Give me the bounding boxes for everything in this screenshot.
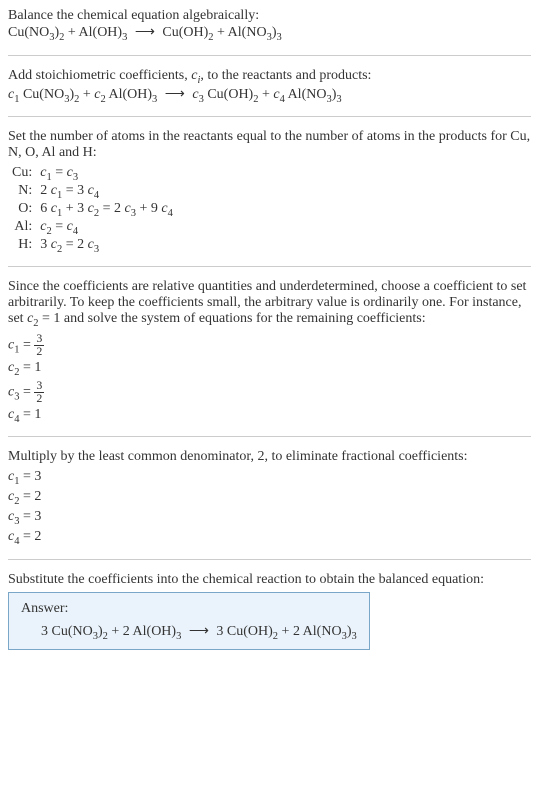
divider [8,559,531,560]
intro-line1: Balance the chemical equation algebraica… [8,8,531,24]
coef-list-frac: c1 = 32 c2 = 1 c3 = 32 c4 = 1 [8,333,531,424]
stoich-section: Add stoichiometric coefficients, ci, to … [8,68,531,105]
stoich-intro: Add stoichiometric coefficients, ci, to … [8,68,531,86]
final-text: Substitute the coefficients into the che… [8,572,531,588]
table-row: N: 2 c1 = 3 c4 [8,183,177,201]
atoms-table: Cu: c1 = c3 N: 2 c1 = 3 c4 O: 6 c1 + 3 c… [8,165,177,254]
arrow-icon: ⟶ [135,25,155,40]
table-row: H: 3 c2 = 2 c3 [8,237,177,255]
divider [8,436,531,437]
table-row: Cu: c1 = c3 [8,165,177,183]
coef-list-int: c1 = 3 c2 = 2 c3 = 3 c4 = 2 [8,469,531,546]
table-row: Al: c2 = c4 [8,219,177,237]
fraction: 32 [34,333,44,358]
divider [8,55,531,56]
divider [8,266,531,267]
atoms-intro: Set the number of atoms in the reactants… [8,129,531,161]
lcd-section: Multiply by the least common denominator… [8,449,531,546]
arrow-icon: ⟶ [189,624,209,639]
arrow-icon: ⟶ [165,87,185,102]
answer-box: Answer: 3 Cu(NO3)2 + 2 Al(OH)3 ⟶ 3 Cu(OH… [8,592,370,651]
lcd-text: Multiply by the least common denominator… [8,449,531,465]
table-row: O: 6 c1 + 3 c2 = 2 c3 + 9 c4 [8,201,177,219]
intro-equation: Cu(NO3)2 + Al(OH)3 ⟶ Cu(OH)2 + Al(NO3)3 [8,24,531,43]
fraction: 32 [34,380,44,405]
atoms-section: Set the number of atoms in the reactants… [8,129,531,254]
stoich-equation: c1 Cu(NO3)2 + c2 Al(OH)3 ⟶ c3 Cu(OH)2 + … [8,86,531,105]
balanced-equation: 3 Cu(NO3)2 + 2 Al(OH)3 ⟶ 3 Cu(OH)2 + 2 A… [41,623,357,642]
underdet-text: Since the coefficients are relative quan… [8,279,531,329]
underdetermined-section: Since the coefficients are relative quan… [8,279,531,424]
intro-section: Balance the chemical equation algebraica… [8,8,531,43]
final-section: Substitute the coefficients into the che… [8,572,531,651]
divider [8,116,531,117]
answer-label: Answer: [21,601,357,617]
